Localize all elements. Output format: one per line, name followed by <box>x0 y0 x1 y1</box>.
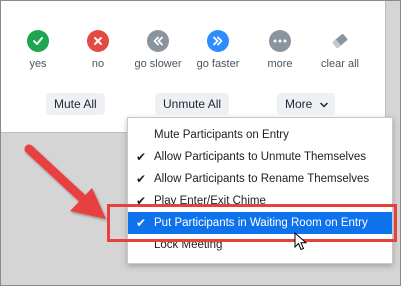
mouse-cursor-icon <box>294 232 308 251</box>
annotation-arrow <box>24 144 106 219</box>
